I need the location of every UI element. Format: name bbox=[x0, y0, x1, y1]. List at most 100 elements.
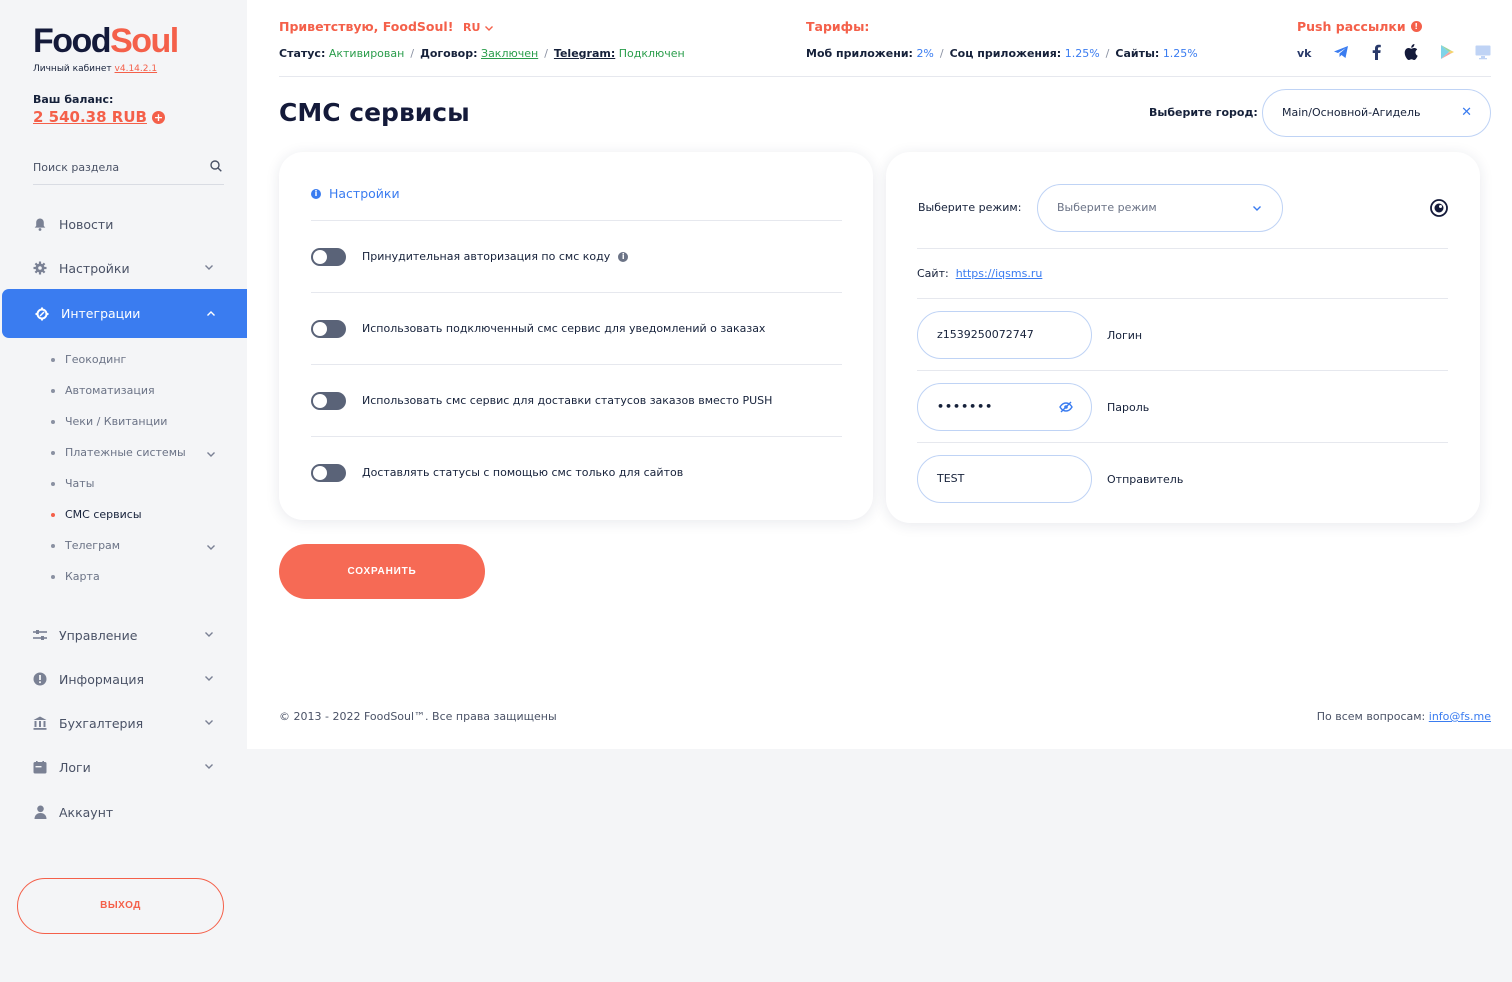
eye-slash-icon[interactable] bbox=[1059, 401, 1073, 413]
sidebar-item-label: Бухгалтерия bbox=[59, 715, 144, 731]
sidebar-item-label: Аккаунт bbox=[59, 804, 114, 820]
subnav-chats[interactable]: Чаты bbox=[51, 477, 94, 490]
city-select[interactable]: Main/Основной-Агидель ✕ bbox=[1262, 89, 1491, 137]
cabinet-subtitle: Личный кабинет v4.14.2.1 bbox=[33, 64, 157, 74]
header-divider bbox=[279, 76, 1491, 77]
version-link[interactable]: v4.14.2.1 bbox=[115, 64, 158, 74]
settings-card bbox=[279, 152, 873, 520]
divider bbox=[917, 370, 1448, 371]
subnav-map[interactable]: Карта bbox=[51, 570, 100, 583]
language-selector[interactable]: RU bbox=[463, 21, 494, 34]
site-row: Сайт: https://iqsms.ru bbox=[917, 267, 1042, 280]
sidebar-item-news[interactable]: Новости bbox=[0, 202, 247, 246]
chevron-down-icon bbox=[207, 545, 215, 550]
login-input[interactable]: z1539250072747 bbox=[917, 311, 1092, 359]
desktop-icon[interactable] bbox=[1475, 44, 1491, 60]
user-icon bbox=[33, 805, 47, 819]
bullet-dot bbox=[51, 543, 55, 548]
settings-header: i Настройки bbox=[311, 186, 400, 201]
bell-icon bbox=[33, 217, 47, 231]
subnav-label: Геокодинг bbox=[65, 353, 127, 366]
add-balance-icon[interactable]: + bbox=[152, 111, 165, 124]
info-icon: i bbox=[311, 188, 321, 199]
search-input[interactable] bbox=[33, 152, 203, 182]
eye-icon[interactable] bbox=[1430, 199, 1448, 217]
balance-value[interactable]: 2 540.38 RUB bbox=[33, 108, 147, 126]
toggle-row-label: Использовать смс сервис для доставки ста… bbox=[362, 394, 772, 407]
sidebar-item-logs[interactable]: Логи bbox=[0, 745, 247, 789]
mode-label: Выберите режим: bbox=[918, 201, 1022, 214]
bullet-dot bbox=[51, 481, 55, 486]
bullet-dot bbox=[51, 388, 55, 393]
balance-label: Ваш баланс: bbox=[33, 93, 114, 106]
login-value: z1539250072747 bbox=[937, 328, 1034, 341]
sender-label: Отправитель bbox=[1107, 473, 1184, 486]
subnav-label: Платежные системы bbox=[65, 446, 186, 459]
sidebar-item-accounting[interactable]: Бухгалтерия bbox=[0, 701, 247, 745]
sidebar-item-account[interactable]: Аккаунт bbox=[0, 790, 247, 834]
divider bbox=[311, 292, 842, 293]
subnav-payment-systems[interactable]: Платежные системы bbox=[51, 446, 215, 459]
google-play-icon[interactable] bbox=[1439, 44, 1455, 60]
close-icon[interactable]: ✕ bbox=[1461, 90, 1472, 136]
divider bbox=[917, 442, 1448, 443]
telegram-value: Подключен bbox=[618, 47, 685, 60]
sidebar-item-label: Управление bbox=[59, 627, 138, 643]
facebook-icon[interactable] bbox=[1369, 44, 1385, 60]
tariffs-line: Моб приложени: 2% / Соц приложения: 1.25% /… bbox=[806, 47, 1198, 60]
site-label: Сайт: bbox=[917, 267, 949, 280]
sms-order-notifications-toggle[interactable] bbox=[311, 320, 346, 338]
search-icon[interactable] bbox=[210, 160, 222, 172]
site-link[interactable]: https://iqsms.ru bbox=[956, 267, 1043, 280]
sidebar-item-label: Интеграции bbox=[61, 306, 141, 321]
subnav-geocoding[interactable]: Геокодинг bbox=[51, 353, 126, 366]
bullet-dot bbox=[51, 512, 55, 517]
sender-input[interactable]: TEST bbox=[917, 455, 1092, 503]
sites-value: 1.25% bbox=[1162, 47, 1198, 60]
mob-label: Моб приложени: bbox=[806, 47, 913, 60]
sidebar-item-label: Информация bbox=[59, 671, 145, 687]
toggle-row-label: Доставлять статусы с помощью смс только … bbox=[362, 466, 683, 479]
sidebar-item-integrations[interactable]: Интеграции bbox=[2, 289, 247, 338]
contact-email-link[interactable]: info@fs.me bbox=[1429, 710, 1491, 723]
subnav-sms-services[interactable]: СМС сервисы bbox=[51, 508, 142, 521]
subnav-label: Чеки / Квитанции bbox=[65, 415, 168, 428]
brand-logo[interactable]: FoodSoul bbox=[33, 22, 179, 60]
info-icon[interactable]: i bbox=[618, 251, 629, 262]
subnav-receipts[interactable]: Чеки / Квитанции bbox=[51, 415, 167, 428]
vk-icon[interactable]: vk bbox=[1297, 44, 1313, 60]
password-input[interactable]: ••••••• bbox=[917, 383, 1092, 431]
sidebar-item-information[interactable]: Информация bbox=[0, 657, 247, 701]
sms-sites-only-toggle[interactable] bbox=[311, 464, 346, 482]
divider bbox=[311, 436, 842, 437]
chevron-down-icon bbox=[205, 676, 213, 681]
apple-icon[interactable] bbox=[1404, 44, 1420, 60]
integrations-icon bbox=[35, 307, 49, 321]
gear-icon bbox=[33, 261, 47, 275]
subnav-label: СМС сервисы bbox=[65, 508, 142, 521]
contact-label: По всем вопросам: bbox=[1316, 710, 1426, 723]
contract-link[interactable]: Заключен bbox=[481, 47, 538, 60]
telegram-label[interactable]: Telegram: bbox=[554, 47, 615, 60]
bullet-dot bbox=[51, 450, 55, 455]
contact-line: По всем вопросам: info@fs.me bbox=[1317, 710, 1491, 723]
subnav-telegram[interactable]: Телеграм bbox=[51, 539, 215, 552]
save-button[interactable]: СОХРАНИТЬ bbox=[279, 544, 485, 599]
telegram-icon[interactable] bbox=[1333, 44, 1349, 60]
sidebar-item-settings[interactable]: Настройки bbox=[0, 246, 247, 290]
logo-text-soul: Soul bbox=[110, 22, 179, 60]
sliders-icon bbox=[33, 628, 47, 642]
sidebar-item-management[interactable]: Управление bbox=[0, 613, 247, 657]
subnav-label: Телеграм bbox=[65, 539, 121, 552]
bullet-dot bbox=[51, 574, 55, 579]
force-sms-auth-toggle[interactable] bbox=[311, 248, 346, 266]
sidebar: FoodSoul Личный кабинет v4.14.2.1 Ваш ба… bbox=[0, 0, 247, 982]
sms-instead-of-push-toggle[interactable] bbox=[311, 392, 346, 410]
mode-select[interactable]: Выберите режим bbox=[1037, 184, 1283, 232]
alert-icon: ! bbox=[1410, 21, 1422, 32]
subnav-automation[interactable]: Автоматизация bbox=[51, 384, 155, 397]
push-title: Push рассылки ! bbox=[1297, 19, 1422, 34]
chevron-down-icon bbox=[205, 764, 213, 769]
toggle-label: Использовать подключенный смс сервис для… bbox=[362, 322, 766, 335]
logout-button[interactable]: ВЫХОД bbox=[17, 878, 224, 934]
